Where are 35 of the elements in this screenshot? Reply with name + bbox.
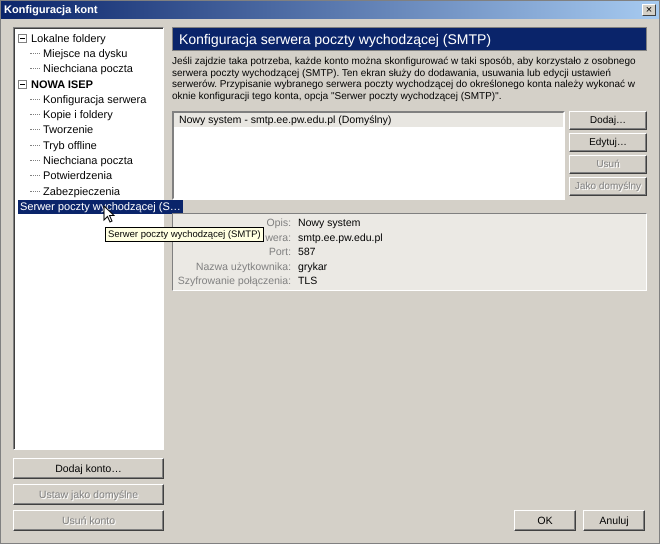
dialog-button[interactable]: Anuluj — [583, 510, 645, 531]
detail-label: wera: — [265, 232, 291, 244]
detail-label: Port: — [268, 246, 291, 258]
tree-item[interactable]: Potwierdzenia — [41, 169, 114, 184]
page-header: Konfiguracja serwera poczty wychodzącej (SMTP) — [172, 27, 647, 51]
account-button[interactable]: Dodaj konto… — [13, 458, 164, 479]
tree-item[interactable]: Tryb offline — [41, 138, 99, 153]
collapse-icon[interactable] — [18, 80, 27, 90]
collapse-icon[interactable] — [18, 34, 27, 44]
detail-label: Opis: — [266, 217, 291, 229]
tree-item[interactable]: Kopie i foldery — [41, 108, 115, 122]
server-button[interactable]: Dodaj… — [569, 111, 647, 130]
server-button[interactable]: Edytuj… — [569, 133, 647, 152]
detail-value: 587 — [298, 246, 317, 258]
detail-label: Nazwa użytkownika: — [196, 260, 291, 272]
tree-item[interactable]: Lokalne foldery — [29, 32, 108, 46]
detail-label: Szyfrowanie połączenia: — [178, 275, 291, 287]
dialog-button[interactable]: OK — [514, 510, 576, 531]
detail-value: smtp.ee.pw.edu.pl — [298, 232, 384, 244]
tree-item[interactable]: Zabezpieczenia — [41, 184, 122, 199]
detail-value: Nowy system — [298, 217, 362, 229]
server-item[interactable]: Nowy system - smtp.ee.pw.edu.pl (Domyślny) — [174, 113, 563, 127]
tree-item[interactable]: Niechciana poczta — [41, 62, 135, 76]
tree-item[interactable]: Miejsce na dysku — [41, 46, 130, 61]
detail-value: grykar — [298, 260, 328, 272]
close-button[interactable]: × — [642, 4, 656, 16]
detail-value: TLS — [298, 275, 318, 287]
tree-item[interactable]: Serwer poczty wychodzącej (S… — [18, 200, 183, 214]
tree-item[interactable]: NOWA ISEP — [29, 78, 95, 92]
tree-item[interactable]: Konfiguracja serwera — [41, 92, 148, 107]
window-title: Konfiguracja kont — [4, 4, 98, 16]
tree-item[interactable]: Niechciana poczta — [41, 154, 135, 168]
tree-item[interactable]: Tworzenie — [41, 123, 96, 138]
description-text: Jeśli zajdzie taka potrzeba, każde konto można skonfigurować w taki sposób, aby korzystało z osobnego serwera poczty wychodzącej (SMTP). Ten ekran służy do dodawania, usuwania lub edycji ustawień serwerów. Przypisanie wybranego serwera poczty wychodzącej do określonego konta należy wykonać w oknie konfiguracji tego konta, opcja "Serwer poczty wychodzącej (SMTP)". — [172, 56, 637, 102]
tooltip: Serwer poczty wychodzącej (SMTP) — [105, 227, 264, 242]
